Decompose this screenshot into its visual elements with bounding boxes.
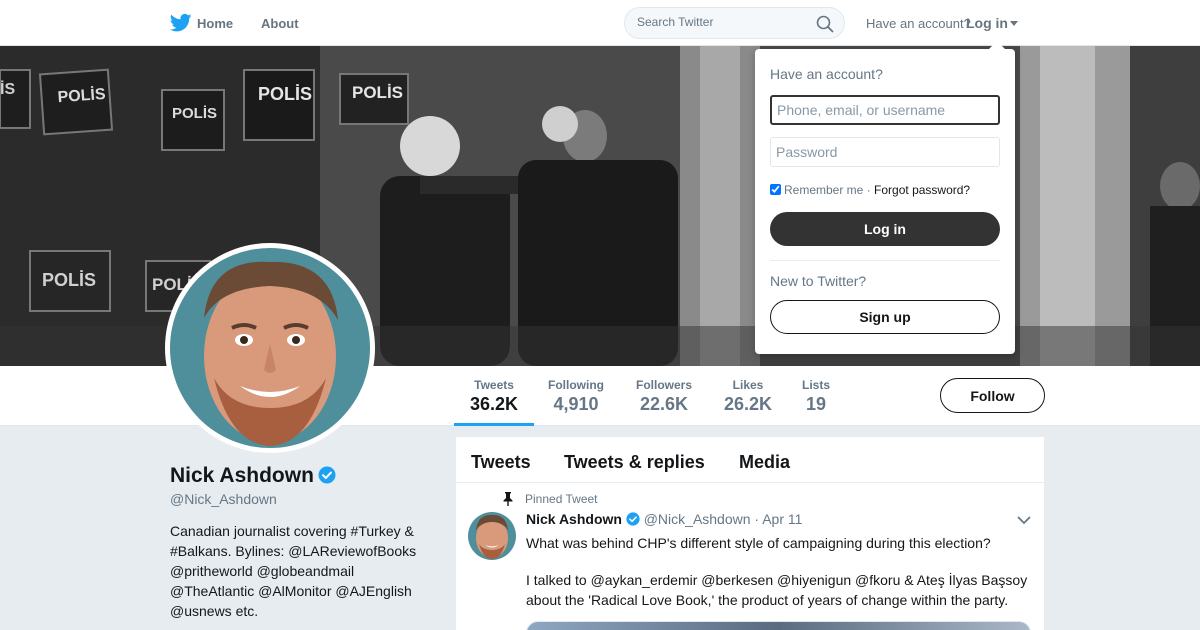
stat-value: 22.6K: [639, 394, 689, 414]
username-input[interactable]: [770, 95, 1000, 125]
tweet-timestamp[interactable]: Apr 11: [762, 511, 802, 527]
banner-sign-text: POLİS: [352, 83, 403, 102]
login-toggle-label: Log in: [966, 15, 1008, 31]
stat-label: Lists: [802, 378, 831, 392]
login-dropdown: Have an account? Remember me · Forgot pa…: [755, 41, 1015, 354]
avatar-photo: [170, 248, 370, 448]
login-dropdown-title: Have an account?: [770, 66, 883, 82]
pin-icon: [503, 492, 513, 506]
nav-about-link[interactable]: About: [261, 16, 299, 31]
tweet-text: I talked to @aykan_erdemir @berkesen @hi…: [526, 572, 1028, 608]
search-box: [624, 7, 845, 39]
remember-separator: ·: [866, 183, 871, 197]
tweet-author-handle[interactable]: @Nick_Ashdown: [644, 511, 751, 527]
password-input[interactable]: [770, 137, 1000, 167]
stat-label: Tweets: [474, 378, 514, 392]
profile-bio: Canadian journalist covering #Turkey & #…: [170, 523, 417, 619]
top-navigation: Home About Have an account? Log in: [0, 0, 1200, 46]
search-icon[interactable]: [816, 15, 834, 33]
tweet-separator: ·: [754, 511, 760, 527]
login-button[interactable]: Log in: [770, 212, 1000, 246]
tweet-avatar[interactable]: [468, 512, 516, 560]
profile-avatar[interactable]: [165, 243, 375, 453]
stat-label: Likes: [732, 378, 764, 392]
banner-sign-text: POLİS: [172, 105, 217, 122]
remember-me-label[interactable]: Remember me: [784, 183, 863, 197]
tab-media[interactable]: Media: [739, 452, 790, 473]
forgot-password-link[interactable]: Forgot password?: [874, 183, 970, 197]
stat-value: 26.2K: [724, 394, 773, 414]
banner-sign-text: POLİS: [57, 85, 106, 106]
have-account-text: Have an account?: [866, 16, 971, 31]
divider: [770, 260, 1000, 261]
remember-me-row: Remember me · Forgot password?: [770, 183, 970, 197]
stat-followers[interactable]: Followers 22.6K: [636, 378, 692, 415]
banner-sign-text: İS: [0, 80, 15, 98]
twitter-bird-icon[interactable]: [170, 13, 192, 33]
signup-button[interactable]: Sign up: [770, 300, 1000, 334]
tweet-media-card[interactable]: [526, 621, 1031, 630]
profile-name-text: Nick Ashdown: [170, 464, 314, 487]
stat-lists[interactable]: Lists 19: [802, 378, 830, 415]
timeline: Tweets Tweets & replies Media Pinned Twe…: [456, 437, 1044, 630]
caret-down-icon: [1010, 21, 1018, 26]
verified-badge-icon: [318, 466, 336, 484]
banner-sign-text: POLİS: [258, 84, 312, 104]
new-to-twitter-text: New to Twitter?: [770, 273, 867, 289]
nav-home-link[interactable]: Home: [197, 16, 233, 31]
verified-badge-icon: [626, 512, 640, 526]
search-input[interactable]: [637, 15, 807, 29]
stat-value: 36.2K: [470, 394, 519, 414]
profile-name[interactable]: Nick Ashdown: [170, 464, 336, 488]
timeline-tabs: Tweets Tweets & replies Media: [456, 437, 1044, 483]
pinned-tweet-label: Pinned Tweet: [525, 492, 598, 506]
stat-likes[interactable]: Likes 26.2K: [724, 378, 772, 415]
remember-me-checkbox[interactable]: [770, 184, 781, 195]
tweet-avatar-photo: [468, 512, 516, 560]
banner-sign-text: POLİS: [42, 270, 96, 290]
stat-tweets[interactable]: Tweets 36.2K: [453, 378, 535, 426]
tweet-author-name[interactable]: Nick Ashdown: [526, 511, 622, 527]
tab-tweets-and-replies[interactable]: Tweets & replies: [564, 452, 705, 473]
stat-value: 4,910: [553, 394, 599, 414]
tab-tweets[interactable]: Tweets: [471, 452, 531, 473]
stat-following[interactable]: Following 4,910: [548, 378, 604, 415]
profile-handle[interactable]: @Nick_Ashdown: [170, 491, 277, 507]
tweet-text: What was behind CHP's different style of…: [526, 535, 991, 551]
tweet-header: Nick Ashdown @Nick_Ashdown · Apr 11: [526, 511, 802, 527]
login-dropdown-toggle[interactable]: Log in: [966, 15, 1018, 31]
stat-label: Following: [548, 378, 604, 392]
stat-label: Followers: [636, 378, 693, 392]
stat-value: 19: [805, 394, 827, 414]
chevron-down-icon[interactable]: [1017, 515, 1031, 525]
follow-button[interactable]: Follow: [940, 378, 1045, 413]
